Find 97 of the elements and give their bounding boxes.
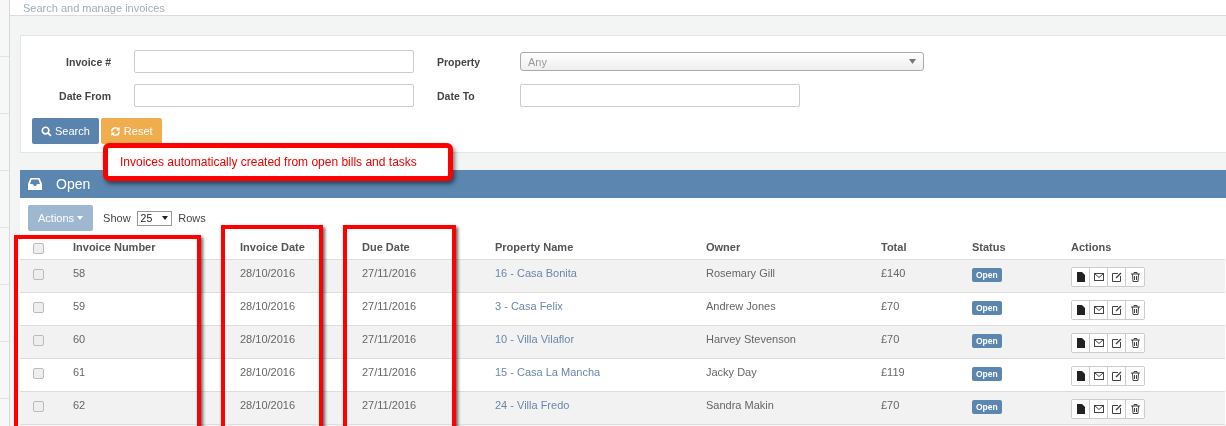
edit-icon	[1111, 338, 1122, 348]
show-label: Show	[103, 212, 131, 224]
envelope-icon	[1093, 339, 1104, 347]
table-cell: 58	[73, 267, 86, 279]
column-header: Actions	[1071, 241, 1112, 253]
envelope-icon	[1093, 405, 1104, 413]
input-field[interactable]	[520, 84, 800, 107]
actions-button[interactable]: Actions	[28, 205, 94, 231]
table-cell: 28/10/2016	[240, 399, 296, 411]
table-cell: £119	[881, 366, 905, 378]
field-label: Date To	[437, 89, 476, 102]
column-header: Invoice Date	[240, 241, 305, 253]
field-label: Date From	[58, 89, 111, 102]
row-checkbox[interactable]	[33, 269, 44, 280]
panel-title: Open	[56, 176, 91, 192]
table-cell: 61	[73, 366, 86, 378]
envelope-icon	[1093, 273, 1104, 281]
trash-icon	[1130, 338, 1140, 348]
document-icon	[1076, 371, 1085, 381]
field-label: Property	[437, 55, 482, 68]
table-cell: 27/11/2016	[362, 366, 417, 378]
callout-note: Invoices automatically created from open bills and tasks	[103, 143, 453, 181]
column-header: Due Date	[362, 241, 410, 253]
table-cell: 62	[73, 399, 86, 411]
status-badge: Open	[972, 400, 1002, 414]
edit-icon	[1111, 371, 1122, 381]
row-checkbox[interactable]	[33, 302, 44, 313]
table-cell: 27/11/2016	[362, 399, 417, 411]
table-cell: 28/10/2016	[240, 366, 296, 378]
table-cell: 27/11/2016	[362, 267, 417, 279]
table-cell: 27/11/2016	[362, 333, 417, 345]
edit-icon	[1111, 404, 1122, 414]
property-link[interactable]: 16 - Casa Bonita	[495, 267, 577, 279]
trash-icon	[1130, 272, 1140, 282]
trash-icon	[1130, 305, 1140, 315]
rows-select[interactable]: 25	[136, 210, 173, 226]
status-badge: Open	[972, 334, 1002, 348]
column-header: Property Name	[495, 241, 574, 253]
column-header: Status	[972, 241, 1006, 253]
row-checkbox[interactable]	[33, 368, 44, 379]
document-icon	[1076, 272, 1085, 282]
property-link[interactable]: 15 - Casa La Mancha	[495, 366, 601, 378]
column-header: Total	[881, 241, 907, 253]
column-header: Invoice Number	[73, 241, 156, 253]
document-button[interactable]	[1072, 301, 1090, 319]
caret-icon	[77, 216, 84, 220]
property-select[interactable]: Any	[520, 52, 924, 71]
caret-icon	[909, 59, 916, 64]
table-cell: 60	[73, 333, 86, 345]
reset-button[interactable]: Reset	[100, 118, 162, 144]
caret-icon	[162, 216, 169, 220]
property-link[interactable]: 3 - Casa Felix	[495, 300, 563, 312]
inbox-icon	[28, 178, 42, 190]
status-badge: Open	[972, 301, 1002, 315]
document-button[interactable]	[1072, 268, 1090, 286]
column-header: Owner	[706, 241, 741, 253]
table-cell: £70	[881, 333, 900, 345]
status-badge: Open	[972, 367, 1002, 381]
table-cell: Rosemary Gill	[706, 267, 776, 279]
table-cell: 28/10/2016	[240, 333, 296, 345]
trash-icon	[1130, 404, 1140, 414]
envelope-icon	[1093, 372, 1104, 380]
table-cell: 27/11/2016	[362, 300, 417, 312]
table-cell: £140	[881, 267, 906, 279]
status-badge: Open	[972, 268, 1002, 282]
document-button[interactable]	[1072, 367, 1090, 385]
table-cell: 59	[73, 300, 86, 312]
row-checkbox[interactable]	[33, 335, 44, 346]
document-button[interactable]	[1072, 400, 1090, 418]
table-cell: Harvey Stevenson	[706, 333, 796, 345]
property-link[interactable]: 24 - Villa Fredo	[495, 399, 570, 411]
table-cell: Sandra Makin	[706, 399, 774, 411]
document-icon	[1076, 305, 1085, 315]
table-cell: 28/10/2016	[240, 300, 296, 312]
input-field[interactable]	[134, 84, 414, 107]
table-cell: 28/10/2016	[240, 267, 296, 279]
input-field[interactable]	[134, 50, 414, 73]
field-label: Invoice #	[65, 55, 111, 68]
row-checkbox[interactable]	[33, 401, 44, 412]
rows-label: Rows	[178, 212, 206, 224]
edit-icon	[1111, 272, 1122, 282]
table-cell: Andrew Jones	[706, 300, 776, 312]
edit-icon	[1111, 305, 1122, 315]
envelope-icon	[1093, 306, 1104, 314]
search-icon	[41, 125, 52, 137]
document-icon	[1076, 404, 1085, 414]
trash-icon	[1130, 371, 1140, 381]
property-link[interactable]: 10 - Villa Vilaflor	[495, 333, 575, 345]
table-cell: £70	[881, 300, 900, 312]
refresh-icon	[109, 125, 121, 137]
table-cell: Jacky Day	[706, 366, 757, 378]
document-button[interactable]	[1072, 334, 1090, 352]
table-cell: £70	[881, 399, 900, 411]
search-button[interactable]: Search	[32, 118, 99, 144]
select-all-checkbox[interactable]	[33, 242, 44, 254]
page-subtitle: Search and manage invoices	[23, 2, 165, 15]
document-icon	[1076, 338, 1085, 348]
